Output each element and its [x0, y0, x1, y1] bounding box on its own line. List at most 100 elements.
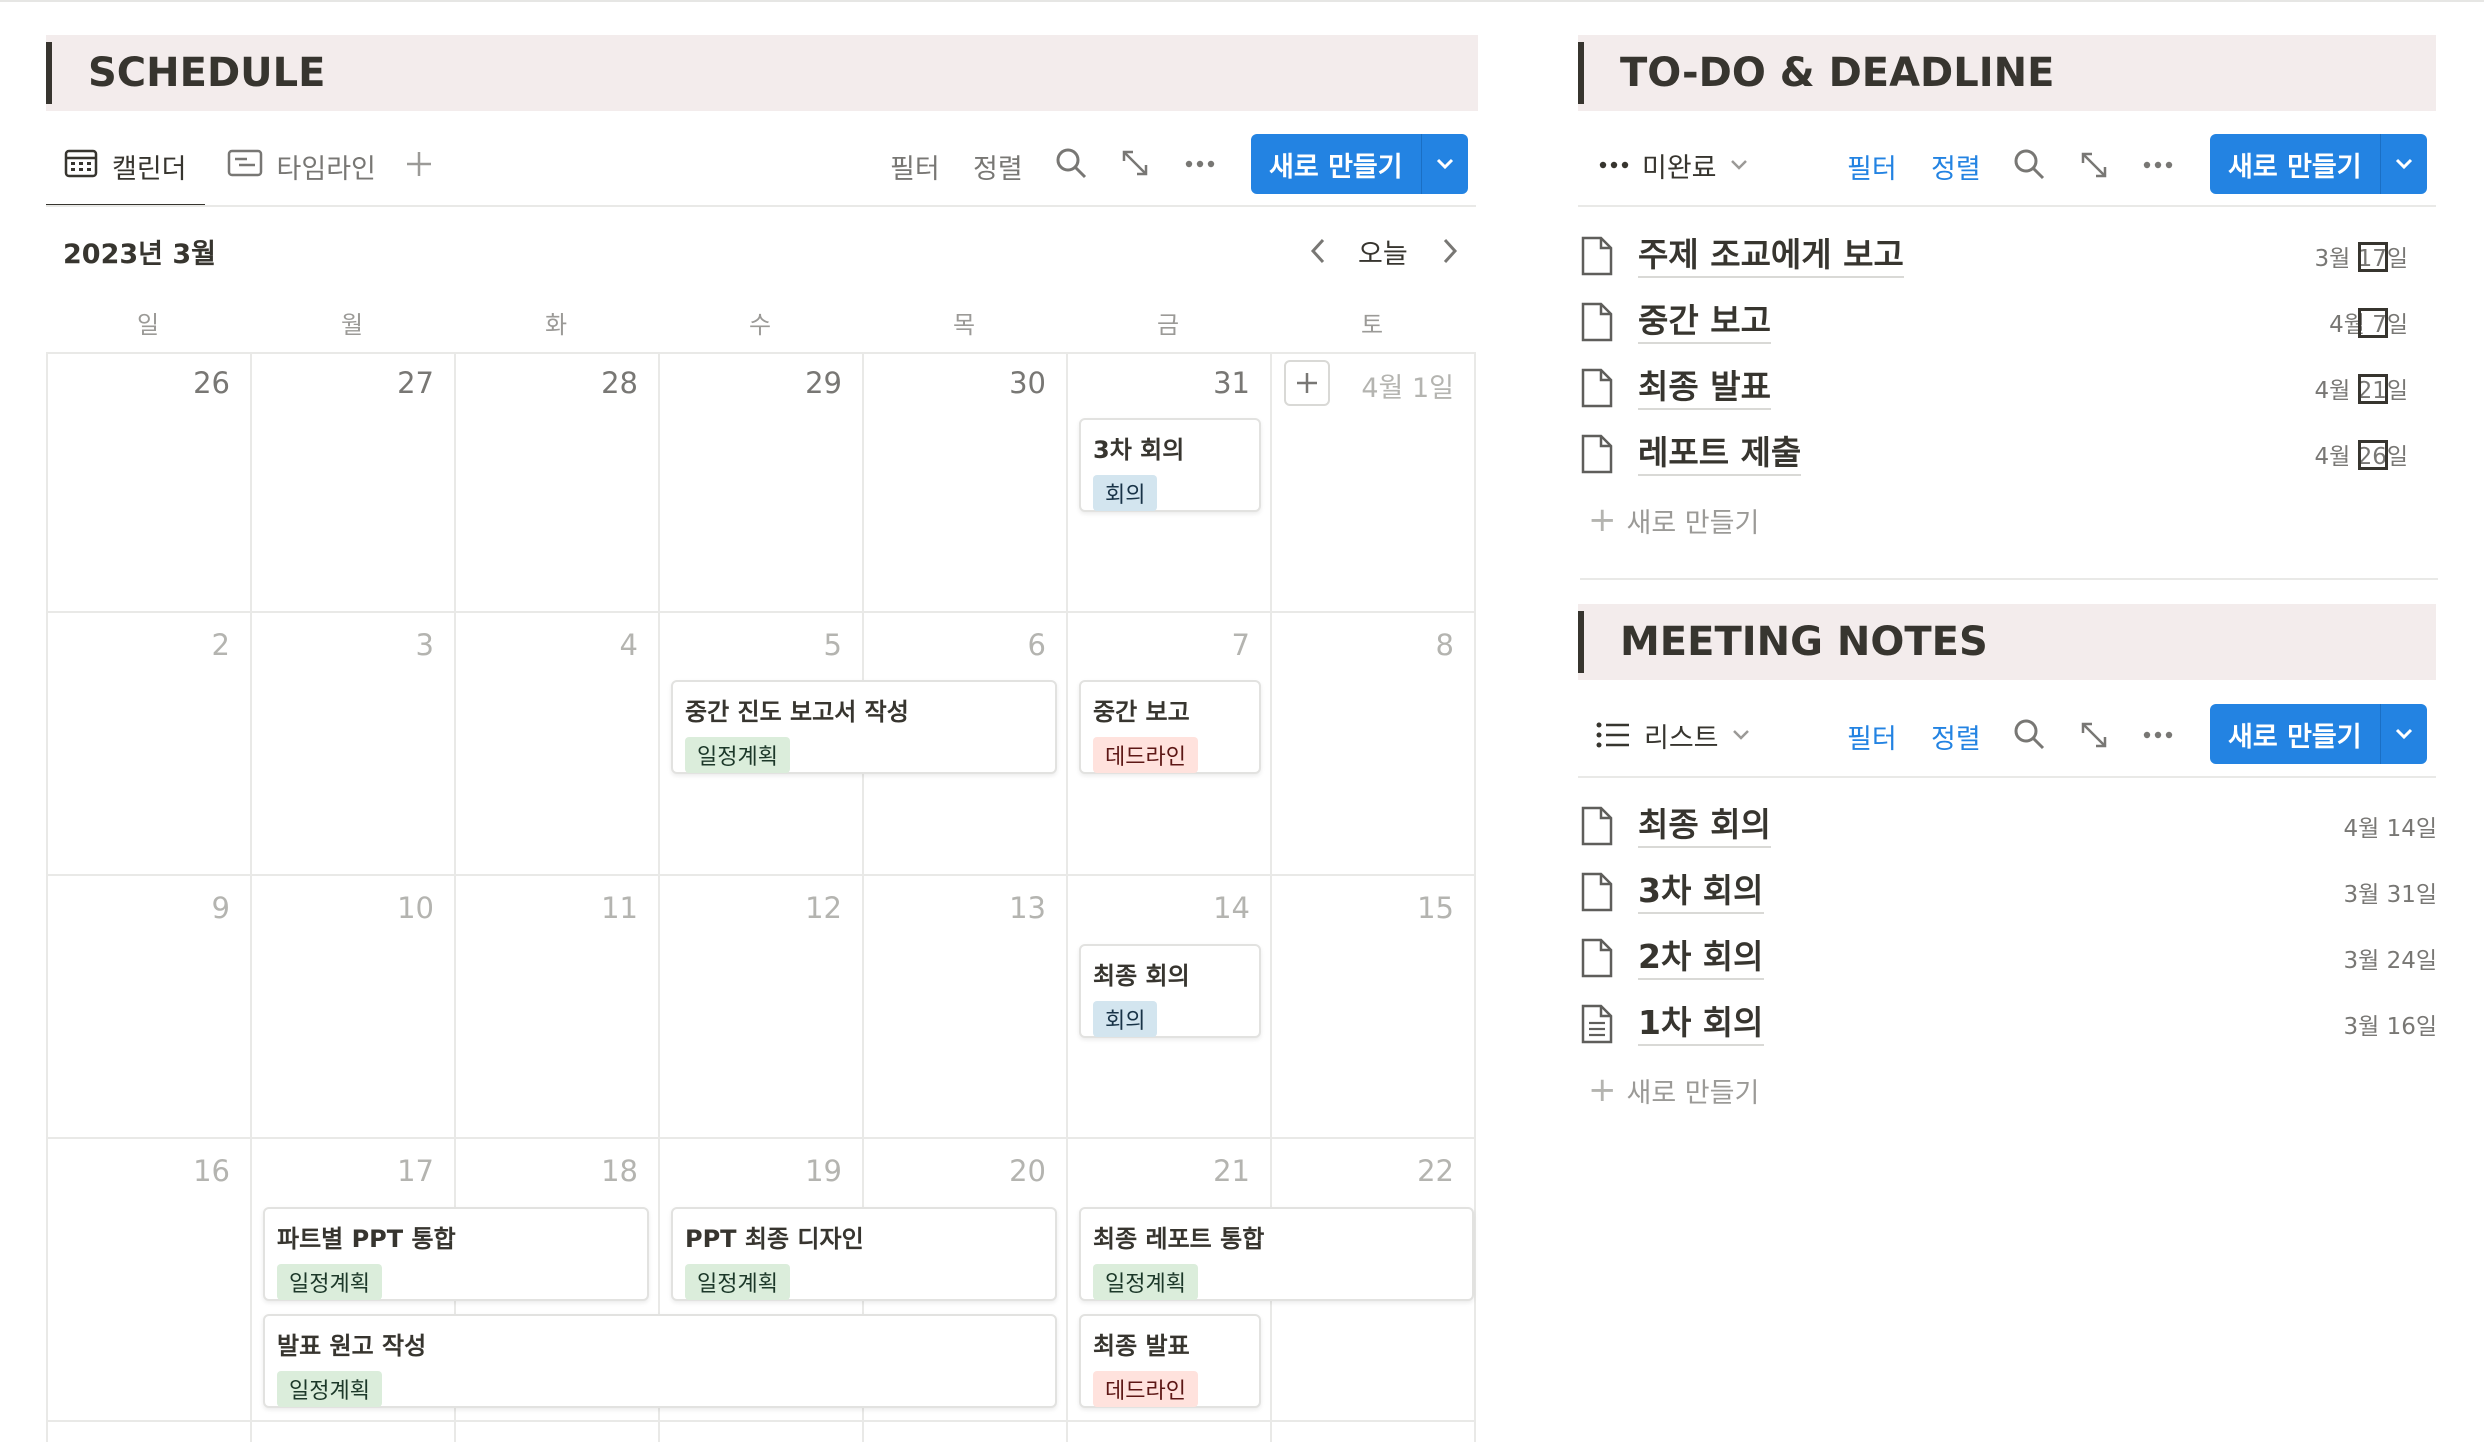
event-tag-meeting: 회의 [1093, 475, 1158, 511]
meeting-note-item[interactable]: 1차 회의 3월 16일 [1580, 994, 2440, 1054]
search-icon[interactable] [1054, 146, 1088, 180]
month-label: 2023년 3월 [63, 239, 217, 270]
event-title: 발표 원고 작성 [277, 1332, 427, 1360]
list-icon [1596, 721, 1630, 749]
todo-item[interactable]: 레포트 제출 4월 26일 [1580, 424, 2440, 484]
calendar-event[interactable]: 파트별 PPT 통합 일정계획 [263, 1207, 649, 1301]
meeting-new-button[interactable]: 새로 만들기 [2210, 704, 2427, 764]
day-cell-number: 22 [1417, 1154, 1454, 1188]
day-cell-number: 19 [805, 1154, 842, 1188]
todo-item-name: 최종 발표 [1638, 366, 1771, 410]
todo-sort-button[interactable]: 정렬 [1931, 147, 1981, 186]
calendar-event[interactable]: PPT 최종 디자인 일정계획 [671, 1207, 1057, 1301]
meeting-filter-button[interactable]: 필터 [1847, 717, 1897, 756]
day-cell-number: 10 [397, 891, 434, 925]
meeting-sort-button[interactable]: 정렬 [1931, 717, 1981, 756]
schedule-sort-button[interactable]: 정렬 [973, 147, 1023, 186]
add-event-icon[interactable] [1284, 360, 1330, 406]
todo-item-name: 주제 조교에게 보고 [1638, 234, 1904, 278]
plus-icon: + [1588, 500, 1617, 540]
event-title: 최종 회의 [1093, 962, 1190, 990]
page-icon [1580, 806, 1620, 846]
day-cell-number: 2 [211, 628, 230, 662]
meeting-note-date: 3월 24일 [2343, 948, 2437, 974]
todo-checkbox[interactable] [2358, 242, 2388, 272]
todo-new-button[interactable]: 새로 만들기 [2210, 134, 2427, 194]
meeting-view-selector[interactable]: 리스트 [1596, 696, 1751, 774]
day-cell-number: 8 [1435, 628, 1454, 662]
todo-item[interactable]: 중간 보고 4월 7일 [1580, 292, 2440, 352]
page-icon [1580, 236, 1620, 276]
day-cell-number: 4 [619, 628, 638, 662]
day-cell-number: 11 [601, 891, 638, 925]
prev-month-icon[interactable] [1308, 236, 1328, 266]
tab-calendar[interactable]: 캘린더 [46, 127, 205, 207]
next-month-icon[interactable] [1440, 236, 1460, 266]
event-tag-deadline: 데드라인 [1093, 737, 1198, 773]
expand-icon[interactable] [1120, 148, 1150, 178]
event-title: 중간 보고 [1093, 698, 1190, 726]
search-icon[interactable] [2012, 717, 2046, 751]
todo-filter-button[interactable]: 필터 [1847, 147, 1897, 186]
event-tag-plan: 일정계획 [1093, 1264, 1198, 1300]
new-button-label: 새로 만들기 [1269, 151, 1403, 183]
day-cell-number: 28 [601, 366, 638, 400]
page-icon [1580, 302, 1620, 342]
more-icon[interactable] [1184, 152, 1216, 176]
event-title: 파트별 PPT 통합 [277, 1225, 456, 1253]
calendar-event[interactable]: 중간 진도 보고서 작성 일정계획 [671, 680, 1057, 774]
page-icon [1580, 368, 1620, 408]
meeting-note-item[interactable]: 3차 회의 3월 31일 [1580, 862, 2440, 922]
tab-timeline[interactable]: 타임라인 [227, 127, 376, 205]
chevron-down-icon[interactable] [1422, 157, 1468, 171]
new-button-label: 새로 만들기 [2228, 151, 2362, 183]
schedule-title: SCHEDULE [88, 50, 326, 96]
meeting-add-row-button[interactable]: + 새로 만들기 [1588, 1070, 1759, 1110]
meeting-note-item[interactable]: 2차 회의 3월 24일 [1580, 928, 2440, 988]
day-cell-number: 9 [211, 891, 230, 925]
event-title: 3차 회의 [1093, 436, 1185, 464]
calendar-event[interactable]: 3차 회의 회의 [1079, 418, 1261, 512]
calendar-event[interactable]: 최종 레포트 통합 일정계획 [1079, 1207, 1474, 1301]
todo-checkbox[interactable] [2358, 374, 2388, 404]
search-icon[interactable] [2012, 147, 2046, 181]
weekday-thu: 목 [952, 311, 976, 339]
more-icon[interactable] [2142, 153, 2174, 177]
calendar-event[interactable]: 최종 발표 데드라인 [1079, 1314, 1261, 1408]
todo-title: TO-DO & DEADLINE [1620, 50, 2055, 96]
todo-add-row-button[interactable]: + 새로 만들기 [1588, 500, 1759, 540]
today-button[interactable]: 오늘 [1358, 232, 1408, 271]
meeting-note-date: 3월 31일 [2343, 882, 2437, 908]
schedule-filter-button[interactable]: 필터 [890, 147, 940, 186]
event-title: 중간 진도 보고서 작성 [685, 698, 909, 726]
meeting-view-label: 리스트 [1644, 722, 1719, 754]
more-icon[interactable] [2142, 723, 2174, 747]
weekday-tue: 화 [544, 311, 568, 339]
header-accent-bar [1578, 611, 1584, 673]
add-view-icon[interactable] [404, 149, 434, 183]
todo-view-selector[interactable]: 미완료 [1598, 126, 1749, 204]
event-title: PPT 최종 디자인 [685, 1225, 864, 1253]
expand-icon[interactable] [2079, 720, 2109, 750]
meeting-note-item[interactable]: 최종 회의 4월 14일 [1580, 796, 2440, 856]
weekday-fri: 금 [1156, 311, 1180, 339]
todo-checkbox[interactable] [2358, 308, 2388, 338]
tab-timeline-label: 타임라인 [276, 153, 376, 185]
todo-item[interactable]: 최종 발표 4월 21일 [1580, 358, 2440, 418]
meeting-note-name: 1차 회의 [1638, 1002, 1764, 1046]
weekday-sat: 토 [1360, 311, 1384, 339]
chevron-down-icon[interactable] [2381, 727, 2427, 741]
calendar-event[interactable]: 중간 보고 데드라인 [1079, 680, 1261, 774]
chevron-down-icon [1731, 728, 1751, 742]
chevron-down-icon[interactable] [2381, 157, 2427, 171]
calendar-event[interactable]: 최종 회의 회의 [1079, 944, 1261, 1038]
todo-item[interactable]: 주제 조교에게 보고 3월 17일 [1580, 226, 2440, 286]
event-tag-plan: 일정계획 [685, 1264, 790, 1300]
day-cell-number: 13 [1009, 891, 1046, 925]
todo-checkbox[interactable] [2358, 440, 2388, 470]
schedule-new-button[interactable]: 새로 만들기 [1251, 134, 1468, 194]
top-border [0, 0, 2484, 2]
event-tag-plan: 일정계획 [685, 737, 790, 773]
calendar-event[interactable]: 발표 원고 작성 일정계획 [263, 1314, 1057, 1408]
expand-icon[interactable] [2079, 150, 2109, 180]
